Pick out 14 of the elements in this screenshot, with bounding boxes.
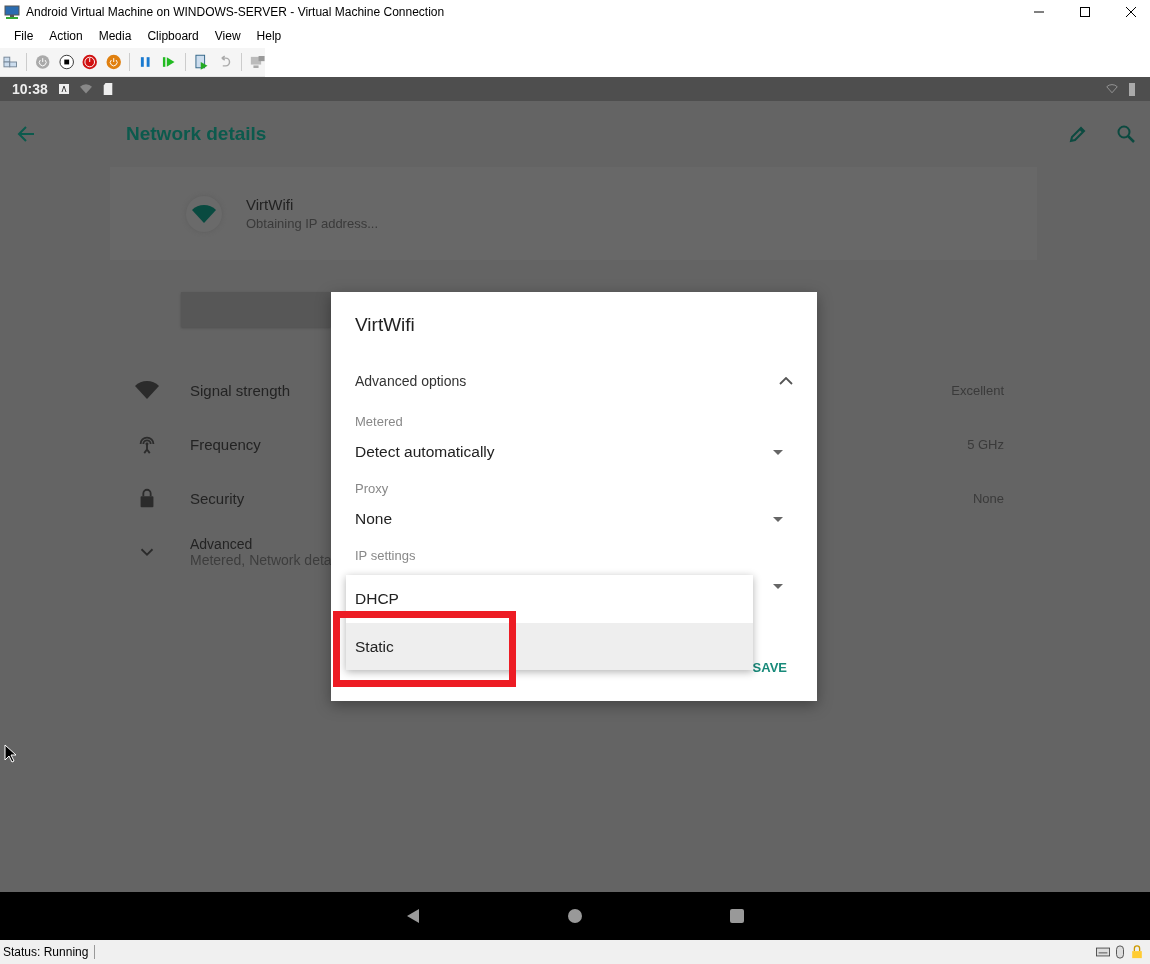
- field-label: Proxy: [355, 481, 389, 496]
- network-name: VirtWifi: [246, 196, 295, 213]
- section-label: Advanced options: [355, 373, 467, 389]
- detail-label: Frequency: [190, 435, 261, 453]
- screen-title: Network details: [126, 123, 267, 145]
- window-title: Android Virtual Machine on WINDOWS-SERVER - Virtual Machine Connection: [26, 5, 445, 19]
- field-label: IP settings: [355, 548, 416, 563]
- status-text: Status: Running: [3, 945, 96, 959]
- field-label: Metered: [355, 414, 403, 429]
- detail-label: Signal strength: [190, 381, 291, 399]
- detail-label: Security: [190, 489, 245, 507]
- clock-time: 10:38: [12, 81, 48, 97]
- dialog-title: VirtWifi: [355, 313, 416, 337]
- advanced-label: Advanced: [190, 536, 254, 552]
